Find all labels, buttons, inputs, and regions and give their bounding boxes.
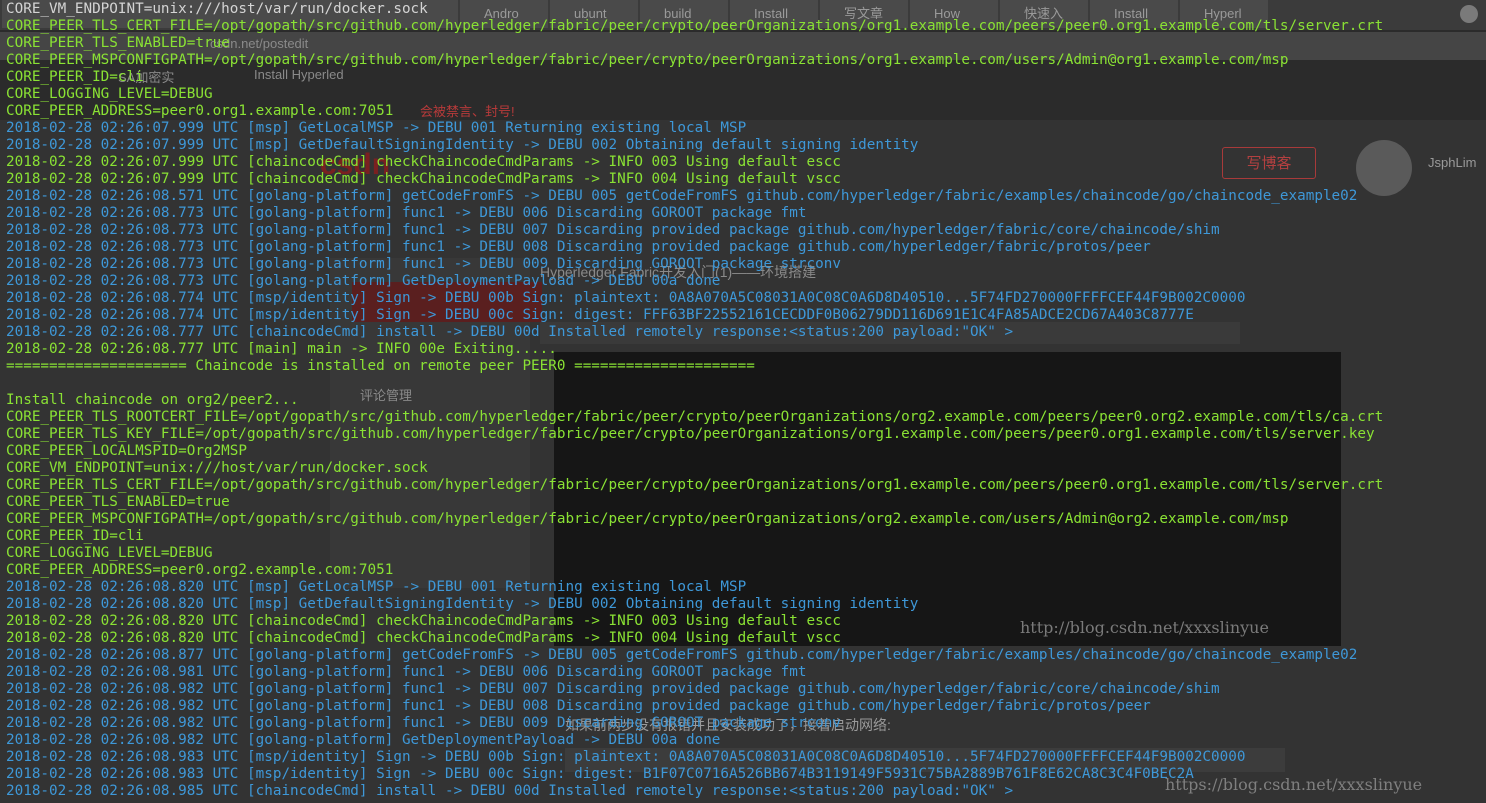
terminal-line: CORE_PEER_ADDRESS=peer0.org2.example.com… [6,562,394,578]
terminal-output[interactable]: CORE_VM_ENDPOINT=unix:///host/var/run/do… [0,0,1486,803]
terminal-line: 2018-02-28 02:26:08.773 UTC [golang-plat… [6,256,841,272]
terminal-line: 2018-02-28 02:26:08.571 UTC [golang-plat… [6,188,1358,204]
terminal-line: 2018-02-28 02:26:07.999 UTC [msp] GetLoc… [6,120,747,136]
terminal-line: CORE_PEER_MSPCONFIGPATH=/opt/gopath/src/… [6,511,1289,527]
terminal-line: 2018-02-28 02:26:08.983 UTC [msp/identit… [6,749,1246,765]
terminal-line: 2018-02-28 02:26:08.773 UTC [golang-plat… [6,273,721,289]
terminal-line: CORE_PEER_ID=cli [6,69,144,85]
terminal-line: CORE_PEER_TLS_ENABLED=true [6,35,230,51]
terminal-line: CORE_PEER_TLS_KEY_FILE=/opt/gopath/src/g… [6,426,1375,442]
terminal-line: 2018-02-28 02:26:08.983 UTC [msp/identit… [6,766,1194,782]
terminal-line: CORE_PEER_TLS_CERT_FILE=/opt/gopath/src/… [6,477,1384,493]
terminal-line: CORE_LOGGING_LEVEL=DEBUG [6,86,213,102]
terminal-line: CORE_PEER_TLS_CERT_FILE=/opt/gopath/src/… [6,18,1384,34]
terminal-line: 2018-02-28 02:26:08.777 UTC [main] main … [6,341,557,357]
terminal-line: CORE_PEER_TLS_ENABLED=true [6,494,230,510]
terminal-line: 2018-02-28 02:26:08.773 UTC [golang-plat… [6,205,807,221]
terminal-line: CORE_PEER_ID=cli [6,528,144,544]
terminal-line: 2018-02-28 02:26:07.999 UTC [chaincodeCm… [6,171,841,187]
terminal-line: 2018-02-28 02:26:07.999 UTC [msp] GetDef… [6,137,919,153]
terminal-line: 2018-02-28 02:26:08.774 UTC [msp/identit… [6,307,1194,323]
terminal-line: 2018-02-28 02:26:08.773 UTC [golang-plat… [6,239,1151,255]
terminal-line: 2018-02-28 02:26:08.777 UTC [chaincodeCm… [6,324,1014,340]
terminal-line: 2018-02-28 02:26:08.820 UTC [msp] GetLoc… [6,579,747,595]
terminal-line: 2018-02-28 02:26:08.773 UTC [golang-plat… [6,222,1220,238]
terminal-line: 2018-02-28 02:26:08.820 UTC [msp] GetDef… [6,596,919,612]
terminal-line: 2018-02-28 02:26:08.982 UTC [golang-plat… [6,681,1220,697]
terminal-line: 2018-02-28 02:26:08.820 UTC [chaincodeCm… [6,630,841,646]
terminal-line: 2018-02-28 02:26:08.774 UTC [msp/identit… [6,290,1246,306]
terminal-line: 2018-02-28 02:26:08.982 UTC [golang-plat… [6,698,1151,714]
terminal-line: CORE_VM_ENDPOINT=unix:///host/var/run/do… [6,1,428,17]
terminal-line: CORE_PEER_ADDRESS=peer0.org1.example.com… [6,103,394,119]
terminal-line: CORE_PEER_TLS_ROOTCERT_FILE=/opt/gopath/… [6,409,1384,425]
terminal-line: CORE_PEER_MSPCONFIGPATH=/opt/gopath/src/… [6,52,1289,68]
terminal-line: 2018-02-28 02:26:08.985 UTC [chaincodeCm… [6,783,1014,799]
terminal-line: 2018-02-28 02:26:08.820 UTC [chaincodeCm… [6,613,841,629]
terminal-line: ===================== Chaincode is insta… [6,358,755,374]
terminal-line: 2018-02-28 02:26:07.999 UTC [chaincodeCm… [6,154,841,170]
terminal-line: 2018-02-28 02:26:08.877 UTC [golang-plat… [6,647,1358,663]
terminal-line: CORE_PEER_LOCALMSPID=Org2MSP [6,443,248,459]
terminal-line: CORE_LOGGING_LEVEL=DEBUG [6,545,213,561]
terminal-line: 2018-02-28 02:26:08.981 UTC [golang-plat… [6,664,807,680]
terminal-line: Install chaincode on org2/peer2... [6,392,299,408]
terminal-line: 2018-02-28 02:26:08.982 UTC [golang-plat… [6,732,721,748]
terminal-line: CORE_VM_ENDPOINT=unix:///host/var/run/do… [6,460,428,476]
terminal-line: 2018-02-28 02:26:08.982 UTC [golang-plat… [6,715,841,731]
